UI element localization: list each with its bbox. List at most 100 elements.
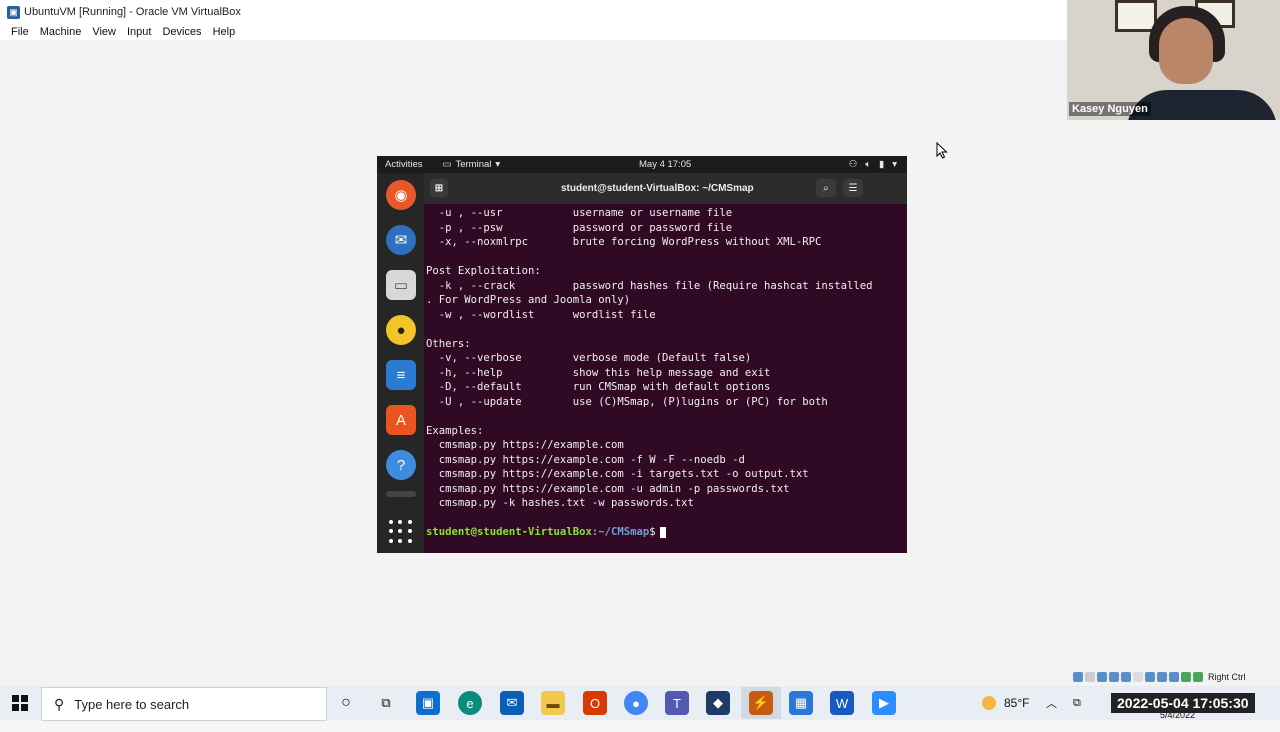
thunderbird-icon[interactable]: ✉ (386, 225, 416, 255)
chevron-up-icon[interactable]: ︿ (1046, 686, 1057, 720)
terminal-small-icon: ▭ (442, 159, 452, 170)
office-icon[interactable]: O (583, 691, 607, 715)
activities-button[interactable]: Activities (385, 159, 422, 170)
terminal-header-bar: ⊞ student@student-VirtualBox: ~/CMSmap ⌕… (424, 173, 907, 204)
terminal-line: Examples: (426, 424, 484, 437)
terminal-line: -u , --usr username or username file (426, 207, 733, 219)
spacer60 (879, 182, 893, 196)
clock[interactable]: May 4 17:05 (639, 159, 691, 170)
weather-temp: 85°F (1004, 696, 1030, 710)
software-center-icon[interactable]: A (386, 405, 416, 435)
volume-icon: 🔈︎ (865, 159, 871, 170)
new-tab-icon[interactable]: ⊞ (430, 179, 448, 197)
terminal-line: -k , --crack password hashes file (Requi… (426, 279, 873, 292)
keyboard-icon[interactable] (1193, 672, 1203, 682)
help-icon[interactable]: ? (386, 450, 416, 480)
hamburger-menu-icon[interactable]: ☰ (843, 179, 863, 197)
usb-icon[interactable] (1121, 672, 1131, 682)
menu-machine[interactable]: Machine (40, 26, 82, 38)
virtualbox-title-bar: ▣ UbuntuVM [Running] - Oracle VM Virtual… (0, 0, 1067, 24)
terminal-prompt[interactable]: student@student-VirtualBox:~/CMSmap$ (426, 525, 666, 539)
ubuntu-desktop: Activities ▭ Terminal ▾ May 4 17:05 ⚇ 🔈︎… (377, 156, 907, 553)
terminal-line: -D, --default run CMSmap with default op… (426, 381, 771, 393)
terminal-line: -x, --noxmlrpc brute forcing WordPress w… (426, 236, 822, 248)
shared-folders-icon[interactable] (1133, 672, 1143, 682)
menu-view[interactable]: View (92, 26, 116, 38)
zoom-tray-icon[interactable]: ⧉ (1073, 686, 1081, 720)
terminal-line: -p , --psw password or password file (426, 221, 733, 234)
rhythmbox-icon[interactable]: ● (386, 315, 416, 345)
search-placeholder: Type here to search (74, 696, 190, 712)
terminal-output[interactable]: -u , --usr username or username file -p … (424, 204, 907, 553)
recording-timestamp: 2022-05-04 17:05:30 (1111, 693, 1255, 713)
virtualbox-manager-icon[interactable]: ◆ (706, 691, 730, 715)
store-icon[interactable]: ▣ (416, 691, 440, 715)
audio-icon[interactable] (1097, 672, 1107, 682)
word-icon[interactable]: W (830, 691, 854, 715)
gnome-top-bar: Activities ▭ Terminal ▾ May 4 17:05 ⚇ 🔈︎… (377, 156, 907, 173)
menu-input[interactable]: Input (127, 26, 151, 38)
file-explorer-icon[interactable]: ▬ (541, 691, 565, 715)
webcam-feed: Kasey Nguyen (1067, 0, 1280, 120)
menu-devices[interactable]: Devices (162, 26, 201, 38)
teams-icon[interactable]: T (665, 691, 689, 715)
terminal-dock-indicator[interactable] (386, 491, 416, 497)
terminal-line: cmsmap.py https://example.com (426, 439, 624, 451)
participant-name: Kasey Nguyen (1069, 102, 1151, 116)
chevron-down-icon: ▾ (495, 159, 501, 170)
firefox-icon[interactable]: ◉ (386, 180, 416, 210)
prompt-symbol: $ (649, 526, 656, 538)
taskbar-search-box[interactable]: ⚲ Type here to search (41, 687, 327, 721)
cortana-icon[interactable]: ○ (334, 691, 358, 715)
zoom-icon[interactable]: ▶ (872, 691, 896, 715)
windows-logo-icon (12, 695, 28, 711)
virtualbox-menu-bar: File Machine View Input Devices Help (0, 24, 1067, 40)
mouse-pointer-icon (936, 142, 948, 159)
wall-frame (1115, 0, 1157, 32)
search-icon: ⚲ (54, 695, 65, 712)
terminal-line: cmsmap.py https://example.com -f W -F --… (426, 453, 745, 466)
network-icon: ⚇ (848, 159, 858, 170)
person-face (1159, 18, 1213, 84)
host-key-label: Right Ctrl (1208, 672, 1246, 682)
terminal-line: cmsmap.py -k hashes.txt -w passwords.txt (426, 497, 694, 509)
terminal-line: -v, --verbose verbose mode (Default fals… (426, 352, 752, 364)
virtualbox-app-icon: ▣ (7, 5, 20, 19)
prompt-user: student@student-VirtualBox (426, 526, 592, 538)
edge-icon[interactable]: e (458, 691, 482, 715)
network-icon[interactable] (1109, 672, 1119, 682)
search-icon[interactable]: ⌕ (816, 179, 836, 197)
text-cursor (659, 526, 666, 538)
battery-icon: ▮ (878, 159, 885, 170)
ubuntu-dock: ◉ ✉ ▭ ● ≡ A ? (377, 173, 424, 553)
calendar-icon[interactable]: ▦ (789, 691, 813, 715)
optical-drive-icon[interactable] (1085, 672, 1095, 682)
sun-icon (982, 696, 996, 710)
app-menu-label: Terminal (455, 159, 492, 170)
app-menu[interactable]: ▭ Terminal ▾ (442, 159, 500, 170)
system-tray[interactable]: ⚇ 🔈︎ ▮ ▾ (849, 159, 897, 170)
terminal-line: cmsmap.py https://example.com -u admin -… (426, 482, 790, 495)
start-button[interactable] (0, 686, 40, 720)
terminal-line: -U , --update use (C)MSmap, (P)lugins or… (426, 395, 828, 408)
windows-taskbar: ⚲ Type here to search ○ ⧉ ▣ e ✉ ▬ O ● T … (0, 686, 1280, 721)
display-icon[interactable] (1145, 672, 1155, 682)
prompt-path: :~/CMSmap (591, 526, 650, 538)
weather-widget[interactable]: 85°F (982, 686, 1029, 720)
terminal-line: Others: (426, 337, 471, 350)
files-icon[interactable]: ▭ (386, 270, 416, 300)
menu-help[interactable]: Help (213, 26, 236, 38)
task-view-icon[interactable]: ⧉ (374, 691, 398, 715)
writer-icon[interactable]: ≡ (386, 360, 416, 390)
chevron-down-icon: ▾ (892, 159, 897, 170)
menu-file[interactable]: File (11, 26, 29, 38)
show-applications-icon[interactable] (389, 520, 413, 544)
mail-icon[interactable]: ✉ (500, 691, 524, 715)
terminal-line: Post Exploitation: (426, 265, 541, 277)
virtualbox-vm-icon[interactable]: ⚡ (749, 691, 773, 715)
terminal-line: -w , --wordlist wordlist file (426, 308, 656, 321)
terminal-line: . For WordPress and Joomla only) (426, 294, 631, 306)
terminal-line: -h, --help show this help message and ex… (426, 366, 771, 379)
chrome-icon[interactable]: ● (624, 691, 648, 715)
hard-disk-icon[interactable] (1073, 672, 1083, 682)
